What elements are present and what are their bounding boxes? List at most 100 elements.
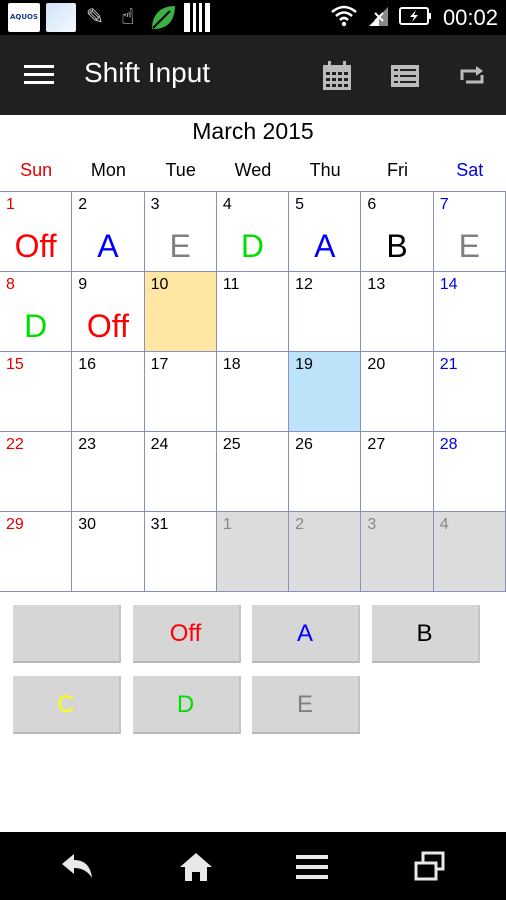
calendar-day-cell[interactable]: 1 xyxy=(216,512,290,592)
app-title: Shift Input xyxy=(84,57,211,88)
calendar-day-cell[interactable]: 31 xyxy=(144,512,217,592)
sim-icon xyxy=(184,3,210,32)
day-number: 3 xyxy=(150,196,160,213)
weekday-sat: Sat xyxy=(456,160,484,180)
calendar-day-cell[interactable]: 8D xyxy=(0,272,73,352)
shift-button-d[interactable]: D xyxy=(132,676,241,734)
calendar-day-cell[interactable]: 20 xyxy=(361,352,434,432)
list-icon[interactable] xyxy=(390,61,420,91)
day-number: 28 xyxy=(439,436,458,453)
day-number: 21 xyxy=(439,356,458,373)
repeat-icon[interactable] xyxy=(456,61,486,91)
calendar-day-cell[interactable]: 14 xyxy=(433,272,506,352)
day-number: 31 xyxy=(150,516,169,533)
calendar-day-cell[interactable]: 30 xyxy=(72,512,145,592)
day-number: 17 xyxy=(150,356,169,373)
calendar-day-cell[interactable]: 16 xyxy=(72,352,145,432)
calendar-day-cell[interactable]: 11 xyxy=(216,272,290,352)
day-number: 11 xyxy=(222,276,240,293)
calendar-day-cell[interactable]: 4 xyxy=(433,512,506,592)
day-number: 30 xyxy=(78,516,97,533)
pen-icon: ✎ xyxy=(85,5,105,30)
day-number: 10 xyxy=(150,276,169,293)
day-number: 12 xyxy=(295,276,313,293)
aquos-icon: AQUOS xyxy=(8,3,40,32)
day-number: 25 xyxy=(222,436,241,453)
status-bar: AQUOS ✎ ☝ 00:02 xyxy=(0,0,506,35)
day-number: 16 xyxy=(78,356,97,373)
weekday-wed: Wed xyxy=(234,160,272,180)
signal-icon xyxy=(367,5,389,31)
shift-label: A xyxy=(97,228,119,264)
calendar-day-cell[interactable]: 2A xyxy=(72,192,145,272)
menu-icon[interactable] xyxy=(24,65,54,85)
clock: 00:02 xyxy=(442,4,498,30)
calendar-day-cell[interactable]: 1 Off xyxy=(0,192,73,272)
calendar-day-cell[interactable]: 21 xyxy=(433,352,506,432)
day-number: 2 xyxy=(295,516,305,533)
calendar-day-cell[interactable]: 24 xyxy=(144,432,217,512)
weekday-sun: Sun xyxy=(20,160,53,180)
weekday-header: Sun Mon Tue Wed Thu Fri Sat xyxy=(0,160,506,181)
calendar-day-cell[interactable]: 13 xyxy=(361,272,434,352)
menu-icon[interactable] xyxy=(292,850,332,884)
system-status: 00:02 xyxy=(331,0,498,35)
calendar-day-cell[interactable]: 22 xyxy=(0,432,73,512)
navigation-bar xyxy=(0,832,506,900)
touch-icon: ☝ xyxy=(121,5,135,30)
calendar-day-cell[interactable]: 12 xyxy=(289,272,362,352)
day-number: 6 xyxy=(367,196,377,213)
calendar-day-cell[interactable]: 25 xyxy=(216,432,290,512)
leaf-icon xyxy=(148,3,178,32)
shift-label: D xyxy=(240,228,265,264)
calendar-day-cell[interactable]: 26 xyxy=(289,432,362,512)
calendar-day-cell[interactable]: 6B xyxy=(361,192,434,272)
day-number: 5 xyxy=(295,196,305,213)
calendar-day-cell[interactable]: 18 xyxy=(216,352,290,432)
calendar-day-cell[interactable]: 3E xyxy=(144,192,217,272)
calendar-day-cell[interactable]: 27 xyxy=(361,432,434,512)
day-number: 26 xyxy=(295,436,313,453)
calendar-day-cell[interactable]: 7E xyxy=(433,192,506,272)
calendar-day-cell[interactable]: 29 xyxy=(0,512,73,592)
day-number: 20 xyxy=(367,356,386,373)
calendar-day-cell[interactable]: 28 xyxy=(433,432,506,512)
day-number: 4 xyxy=(439,516,449,533)
notes-icon xyxy=(46,3,76,32)
day-number: 14 xyxy=(439,276,458,293)
calendar-day-cell[interactable]: 19 xyxy=(289,352,362,432)
calendar-day-cell[interactable]: 17 xyxy=(144,352,217,432)
notification-icons: AQUOS ✎ ☝ xyxy=(8,3,210,32)
day-number: 23 xyxy=(78,436,97,453)
shift-label: E xyxy=(169,228,191,264)
day-number: 1 xyxy=(6,196,15,213)
calendar-day-cell[interactable]: 4D xyxy=(216,192,290,272)
day-number: 1 xyxy=(222,516,232,533)
calendar-day-cell[interactable]: 9 Off xyxy=(72,272,145,352)
day-number: 8 xyxy=(6,276,15,293)
calendar-day-cell[interactable]: 10 xyxy=(144,272,217,352)
month-title: March 2015 xyxy=(192,118,314,144)
shift-button-a[interactable]: A xyxy=(252,605,360,663)
back-icon[interactable] xyxy=(58,850,98,884)
calendar-day-cell[interactable]: 23 xyxy=(72,432,145,512)
home-icon[interactable] xyxy=(176,850,216,884)
day-number: 4 xyxy=(222,196,232,213)
day-number: 2 xyxy=(78,196,88,213)
recent-apps-icon[interactable] xyxy=(410,850,450,884)
day-number: 18 xyxy=(222,356,241,373)
calendar-day-cell[interactable]: 5A xyxy=(289,192,362,272)
calendar-day-cell[interactable]: 2 xyxy=(289,512,362,592)
shift-button-e[interactable]: E xyxy=(252,676,360,734)
calendar-icon[interactable] xyxy=(322,61,352,91)
shift-button-clear[interactable] xyxy=(13,605,121,663)
calendar-day-cell[interactable]: 15 xyxy=(0,352,73,432)
shift-label: A xyxy=(314,228,336,264)
shift-button-b[interactable]: B xyxy=(371,605,480,663)
shift-button-c[interactable]: C xyxy=(13,676,121,734)
shift-label: E xyxy=(458,228,481,264)
battery-icon xyxy=(398,5,433,31)
shift-button-off[interactable]: Off xyxy=(132,605,241,663)
day-number: 19 xyxy=(295,356,313,373)
calendar-day-cell[interactable]: 3 xyxy=(361,512,434,592)
